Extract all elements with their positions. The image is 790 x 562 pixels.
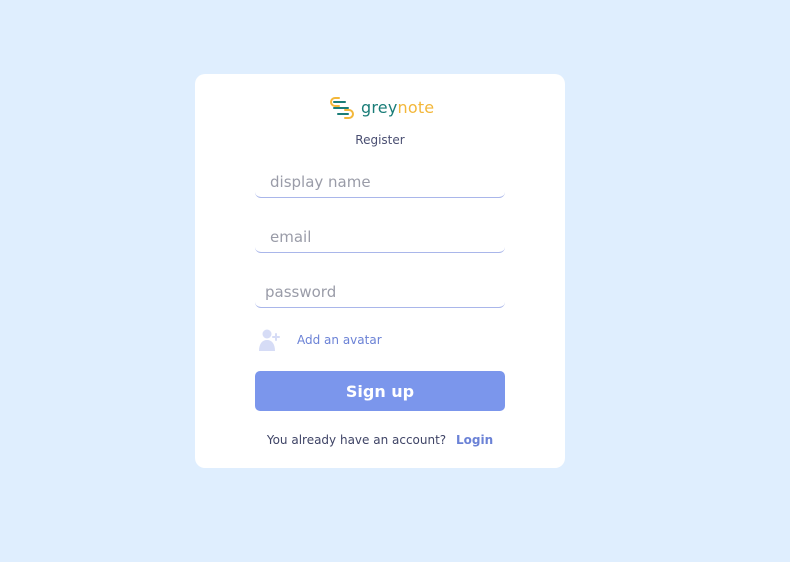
register-card: greynote Register Add an avatar Sign up … — [195, 74, 565, 468]
login-prompt-text: You already have an account? — [266, 433, 447, 447]
add-avatar-label: Add an avatar — [297, 333, 382, 347]
layers-logo-icon — [330, 96, 354, 120]
email-input[interactable] — [255, 221, 505, 253]
display-name-input[interactable] — [255, 166, 505, 198]
login-link[interactable]: Login — [456, 433, 493, 447]
password-input[interactable] — [255, 276, 505, 308]
sign-up-button[interactable]: Sign up — [255, 371, 505, 411]
brand-name-note: note — [397, 98, 435, 117]
brand-name-grey: grey — [361, 98, 398, 117]
brand-logo: greynote — [330, 96, 434, 120]
add-user-icon — [259, 328, 281, 352]
add-avatar-button[interactable]: Add an avatar — [259, 327, 382, 353]
brand-name: greynote — [361, 98, 434, 118]
login-prompt: You already have an account? Login — [195, 433, 565, 447]
form-title: Register — [355, 133, 405, 147]
